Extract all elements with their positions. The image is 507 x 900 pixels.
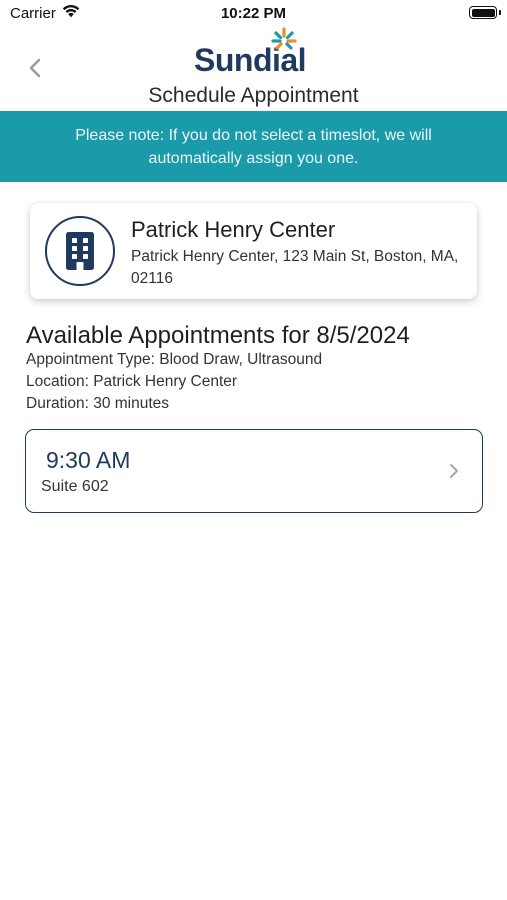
location-address: Patrick Henry Center, 123 Main St, Bosto… — [131, 248, 459, 287]
building-icon-badge — [45, 216, 115, 286]
building-icon — [66, 232, 94, 270]
slot-room: Suite 602 — [41, 478, 109, 495]
status-time: 10:22 PM — [220, 5, 287, 22]
chevron-right-icon — [450, 464, 458, 478]
timeslot-button[interactable]: 9:30 AM Suite 602 — [25, 429, 483, 513]
notice-text: Please note: If you do not select a time… — [75, 126, 432, 167]
header: Sundial Schedule Appointment — [0, 26, 507, 112]
location-name: Patrick Henry Center — [131, 217, 336, 242]
location-card[interactable]: Patrick Henry Center Patrick Henry Cente… — [30, 203, 477, 299]
notice-banner: Please note: If you do not select a time… — [0, 111, 507, 182]
appointment-location: Location: Patrick Henry Center — [26, 373, 238, 390]
available-appointments-title: Available Appointments for 8/5/2024 — [26, 322, 410, 349]
appointment-type: Appointment Type: Blood Draw, Ultrasound — [26, 351, 323, 368]
battery-icon — [469, 6, 497, 19]
appointment-duration: Duration: 30 minutes — [26, 395, 170, 412]
battery-cap — [498, 10, 501, 15]
slot-time: 9:30 AM — [46, 447, 131, 473]
sun-logo-icon — [271, 27, 297, 50]
page-title: Schedule Appointment — [148, 84, 359, 107]
sundial-logo: Sundial — [0, 26, 507, 78]
